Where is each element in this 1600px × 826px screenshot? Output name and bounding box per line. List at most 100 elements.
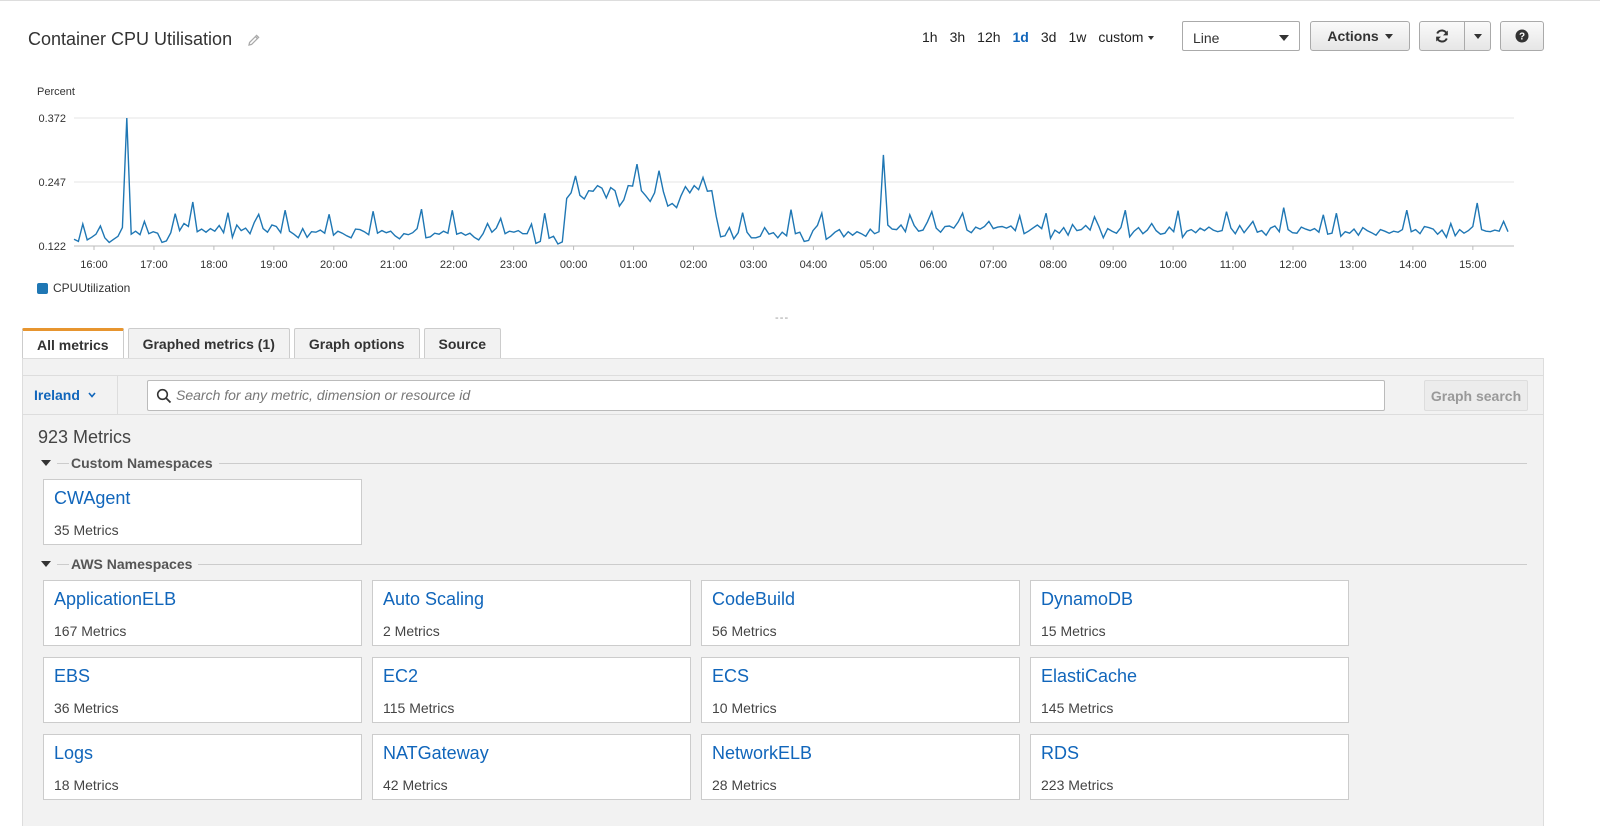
range-3d[interactable]: 3d	[1035, 28, 1063, 46]
x-tick-label: 13:00	[1339, 259, 1367, 271]
namespace-name[interactable]: DynamoDB	[1041, 589, 1133, 610]
x-axis-ticks: 16:00 17:00 18:00 19:00 20:00 21:00 22:00 23:00…	[80, 246, 1487, 271]
x-tick-label: 06:00	[920, 259, 948, 271]
namespace-card-cwagent[interactable]: CWAgent 35 Metrics	[43, 479, 362, 545]
graph-type-value: Line	[1193, 30, 1220, 46]
divider	[57, 462, 69, 464]
search-field[interactable]	[147, 380, 1385, 411]
range-1h[interactable]: 1h	[916, 28, 944, 46]
divider	[198, 563, 1527, 565]
x-tick-label: 15:00	[1459, 259, 1487, 271]
refresh-interval-dropdown[interactable]	[1464, 21, 1491, 51]
search-icon	[156, 388, 172, 404]
tab-all-metrics[interactable]: All metrics	[22, 328, 124, 359]
divider	[218, 462, 1527, 464]
namespace-name[interactable]: NATGateway	[383, 743, 489, 764]
range-1w[interactable]: 1w	[1062, 28, 1092, 46]
namespace-card-ec2[interactable]: EC2 115 Metrics	[372, 657, 691, 723]
custom-namespaces-label: Custom Namespaces	[71, 455, 213, 471]
x-tick-label: 00:00	[560, 259, 588, 271]
namespace-name[interactable]: CWAgent	[54, 488, 130, 509]
namespace-card-rds[interactable]: RDS 223 Metrics	[1030, 734, 1349, 800]
caret-down-icon	[1279, 35, 1289, 41]
namespace-card-dynamodb[interactable]: DynamoDB 15 Metrics	[1030, 580, 1349, 646]
metrics-panel: Ireland Graph search 923 Metrics Custom …	[22, 358, 1544, 826]
x-tick-label: 08:00	[1039, 259, 1067, 271]
x-tick-label: 21:00	[380, 259, 408, 271]
tab-graph-options[interactable]: Graph options	[293, 328, 420, 358]
namespace-card-applicationelb[interactable]: ApplicationELB 167 Metrics	[43, 580, 362, 646]
x-tick-label: 11:00	[1220, 259, 1247, 271]
namespace-count: 10 Metrics	[712, 700, 777, 716]
namespace-count: 2 Metrics	[383, 623, 440, 639]
y-tick-label: 0.122	[38, 241, 66, 253]
x-tick-label: 17:00	[140, 259, 168, 271]
metrics-tabs: All metrics Graphed metrics (1) Graph op…	[22, 328, 501, 359]
namespace-card-logs[interactable]: Logs 18 Metrics	[43, 734, 362, 800]
namespace-card-natgateway[interactable]: NATGateway 42 Metrics	[372, 734, 691, 800]
graph-search-button[interactable]: Graph search	[1424, 380, 1528, 411]
chart-legend[interactable]: CPUUtilization	[37, 281, 130, 295]
collapse-triangle-icon	[41, 460, 51, 466]
namespace-name[interactable]: EBS	[54, 666, 90, 687]
namespace-count: 35 Metrics	[54, 522, 119, 538]
namespace-count: 223 Metrics	[1041, 777, 1114, 793]
x-tick-label: 02:00	[680, 259, 708, 271]
refresh-icon	[1436, 29, 1448, 43]
caret-down-icon	[1148, 36, 1155, 41]
x-tick-label: 01:00	[620, 259, 648, 271]
x-tick-label: 09:00	[1099, 259, 1127, 271]
namespace-count: 167 Metrics	[54, 623, 127, 639]
namespace-name[interactable]: Auto Scaling	[383, 589, 484, 610]
divider	[57, 563, 69, 565]
namespace-name[interactable]: Logs	[54, 743, 93, 764]
top-border	[0, 0, 1600, 1]
custom-namespaces-header[interactable]: Custom Namespaces	[41, 455, 1527, 471]
actions-label: Actions	[1327, 28, 1379, 44]
collapse-triangle-icon	[41, 561, 51, 567]
graph-type-select[interactable]: Line	[1182, 21, 1300, 51]
x-tick-label: 18:00	[200, 259, 228, 271]
edit-pencil-icon[interactable]	[246, 32, 262, 48]
help-button[interactable]: ?	[1500, 21, 1544, 51]
y-axis-ticks: 0.372 0.247 0.122	[38, 113, 66, 253]
namespace-name[interactable]: ApplicationELB	[54, 589, 176, 610]
namespace-name[interactable]: EC2	[383, 666, 418, 687]
search-input[interactable]	[176, 387, 1366, 403]
aws-namespaces-header[interactable]: AWS Namespaces	[41, 556, 1527, 572]
y-tick-label: 0.247	[38, 177, 66, 189]
range-custom[interactable]: custom	[1092, 28, 1160, 46]
namespace-count: 56 Metrics	[712, 623, 777, 639]
namespace-card-elasticache[interactable]: ElastiCache 145 Metrics	[1030, 657, 1349, 723]
legend-label: CPUUtilization	[53, 281, 131, 295]
actions-button[interactable]: Actions	[1310, 21, 1410, 51]
x-tick-label: 16:00	[80, 259, 108, 271]
region-selector[interactable]: Ireland	[23, 376, 118, 414]
chevron-down-icon	[88, 392, 96, 398]
page-title[interactable]: Container CPU Utilisation	[28, 29, 232, 50]
namespace-name[interactable]: CodeBuild	[712, 589, 795, 610]
namespace-card-codebuild[interactable]: CodeBuild 56 Metrics	[701, 580, 1020, 646]
tab-source[interactable]: Source	[423, 328, 501, 358]
namespace-card-auto-scaling[interactable]: Auto Scaling 2 Metrics	[372, 580, 691, 646]
namespace-card-ecs[interactable]: ECS 10 Metrics	[701, 657, 1020, 723]
series-line-cpuutilization[interactable]	[73, 117, 1509, 245]
namespace-name[interactable]: NetworkELB	[712, 743, 812, 764]
namespace-name[interactable]: ElastiCache	[1041, 666, 1137, 687]
resize-handle[interactable]: - - -	[775, 312, 788, 324]
namespace-card-networkelb[interactable]: NetworkELB 28 Metrics	[701, 734, 1020, 800]
range-1d[interactable]: 1d	[1007, 28, 1035, 46]
refresh-button[interactable]	[1419, 21, 1465, 51]
namespace-count: 18 Metrics	[54, 777, 119, 793]
x-tick-label: 19:00	[260, 259, 288, 271]
namespace-name[interactable]: ECS	[712, 666, 749, 687]
range-3h[interactable]: 3h	[944, 28, 972, 46]
namespace-card-ebs[interactable]: EBS 36 Metrics	[43, 657, 362, 723]
range-12h[interactable]: 12h	[971, 28, 1006, 46]
metrics-count: 923 Metrics	[38, 427, 132, 447]
namespace-name[interactable]: RDS	[1041, 743, 1079, 764]
y-tick-label: 0.372	[38, 113, 66, 125]
tab-graphed-metrics[interactable]: Graphed metrics (1)	[127, 328, 290, 358]
search-bar: Ireland Graph search	[23, 375, 1543, 415]
x-tick-label: 14:00	[1399, 259, 1427, 271]
